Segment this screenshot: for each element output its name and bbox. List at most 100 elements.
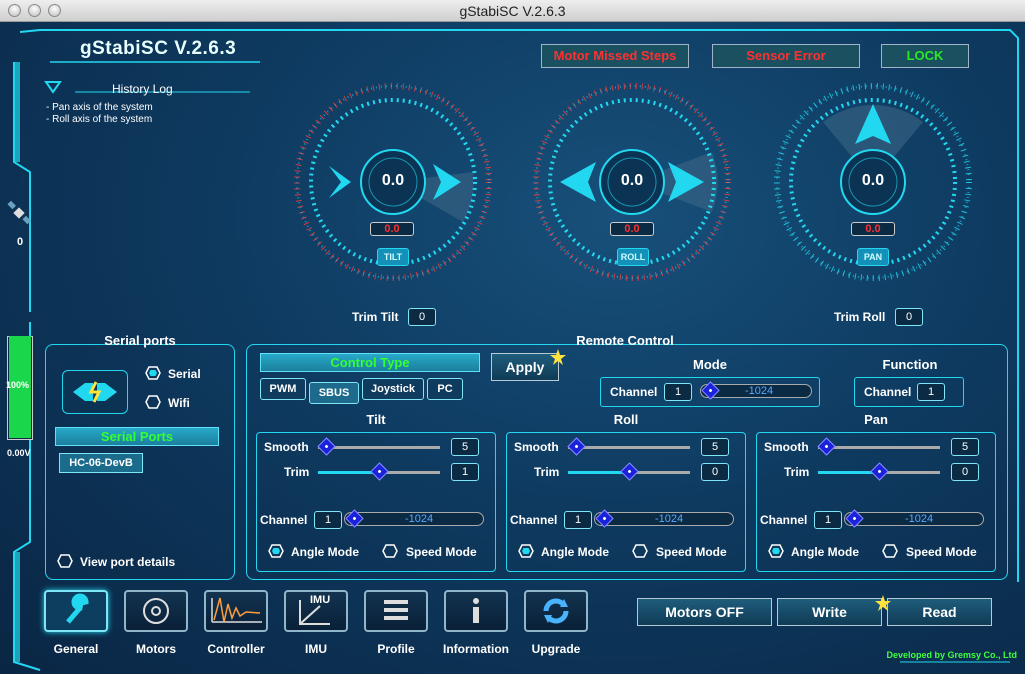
sensor-error-indicator: Sensor Error — [712, 44, 860, 68]
star-icon — [875, 595, 891, 611]
nav-profile-tile[interactable] — [364, 590, 428, 632]
tilt-channel-input[interactable]: 1 — [314, 511, 342, 529]
serial-ports-header: Serial Ports — [55, 427, 219, 446]
roll-speed-mode-radio[interactable] — [632, 544, 648, 558]
history-line: - Roll axis of the system — [46, 114, 153, 125]
nav-motors-label[interactable]: Motors — [116, 642, 196, 656]
mode-channel-label: Channel — [610, 385, 658, 399]
joystick-type-button[interactable]: Joystick — [362, 378, 424, 400]
tilt-speed-mode-radio[interactable] — [382, 544, 398, 558]
pan-smooth-slider[interactable] — [818, 446, 940, 449]
roll-angle-mode-radio[interactable] — [518, 544, 534, 558]
app-main: gStabiSC V.2.6.3 Motor Missed Steps Sens… — [0, 22, 1025, 674]
tilt-smooth-slider[interactable] — [318, 446, 440, 449]
function-title: Function — [882, 357, 938, 372]
serial-port-item[interactable]: HC-06-DevB — [59, 453, 143, 473]
tilt-smooth-input[interactable]: 5 — [451, 438, 479, 456]
pan-axis-title: Pan — [864, 412, 888, 427]
roll-smooth-input[interactable]: 5 — [701, 438, 729, 456]
trim-roll-input[interactable]: 0 — [895, 308, 923, 326]
pan-smooth-label: Smooth — [764, 440, 809, 454]
pan-channel-input[interactable]: 1 — [814, 511, 842, 529]
tilt-trim-input[interactable]: 1 — [451, 463, 479, 481]
tilt-trim-label: Trim — [284, 465, 310, 479]
nav-imu-tile[interactable]: IMU — [284, 590, 348, 632]
nav-upgrade-tile[interactable] — [524, 590, 588, 632]
roll-axis-title: Roll — [613, 412, 639, 427]
pan-smooth-input[interactable]: 5 — [951, 438, 979, 456]
nav-controller-tile[interactable] — [204, 590, 268, 632]
imu-icon-text: IMU — [310, 594, 331, 606]
nav-motors-tile[interactable] — [124, 590, 188, 632]
mode-channel-input[interactable]: 1 — [664, 383, 692, 401]
pan-speed-mode-label: Speed Mode — [906, 545, 977, 559]
pan-badge: PAN — [857, 248, 889, 266]
tilt-axis-title: Tilt — [366, 412, 386, 427]
roll-trim-label: Trim — [534, 465, 560, 479]
sbus-type-button[interactable]: SBUS — [309, 382, 359, 404]
serial-radio-selected[interactable] — [145, 366, 161, 380]
star-icon — [550, 349, 566, 365]
roll-smooth-label: Smooth — [514, 440, 559, 454]
window-titlebar: gStabiSC V.2.6.3 — [0, 0, 1025, 22]
trim-roll-label: Trim Roll — [834, 310, 886, 324]
satellite-count: 0 — [17, 236, 24, 248]
trim-tilt-input[interactable]: 0 — [408, 308, 436, 326]
nav-imu-label[interactable]: IMU — [276, 642, 356, 656]
roll-badge: ROLL — [617, 248, 649, 266]
history-collapse-icon[interactable] — [44, 80, 62, 94]
wifi-radio[interactable] — [145, 395, 161, 409]
pan-speed-mode-radio[interactable] — [882, 544, 898, 558]
pan-angle-value: 0.0 — [861, 172, 885, 189]
pc-type-button[interactable]: PC — [427, 378, 463, 400]
read-button[interactable]: Read — [887, 598, 992, 626]
battery-percent: 100% — [6, 380, 30, 390]
function-channel-label: Channel — [864, 385, 912, 399]
roll-speed-mode-label: Speed Mode — [656, 545, 727, 559]
tilt-speed-mode-label: Speed Mode — [406, 545, 477, 559]
roll-channel-label: Channel — [510, 513, 558, 527]
list-icon — [384, 600, 408, 620]
pan-channel-value: -1024 — [905, 513, 934, 525]
roll-smooth-slider[interactable] — [568, 446, 690, 449]
refresh-icon — [543, 598, 569, 624]
plug-icon — [73, 381, 117, 403]
roll-trim-input[interactable]: 0 — [701, 463, 729, 481]
tilt-channel-bar: -1024 — [344, 512, 484, 526]
roll-channel-bar: -1024 — [594, 512, 734, 526]
function-channel-input[interactable]: 1 — [917, 383, 945, 401]
roll-channel-value: -1024 — [655, 513, 684, 525]
nav-information-label[interactable]: Information — [436, 642, 516, 656]
nav-information-tile[interactable] — [444, 590, 508, 632]
write-button[interactable]: Write — [777, 598, 882, 626]
nav-upgrade-label[interactable]: Upgrade — [516, 642, 596, 656]
pan-trim-label: Trim — [784, 465, 810, 479]
pan-channel-bar: -1024 — [844, 512, 984, 526]
motors-off-button[interactable]: Motors OFF — [637, 598, 772, 626]
tilt-sub-value: 0.0 — [370, 222, 414, 236]
roll-channel-input[interactable]: 1 — [564, 511, 592, 529]
nav-profile-label[interactable]: Profile — [356, 642, 436, 656]
nav-general-tile[interactable] — [44, 590, 108, 632]
lock-indicator: LOCK — [881, 44, 969, 68]
tilt-smooth-label: Smooth — [264, 440, 309, 454]
nav-controller-label[interactable]: Controller — [196, 642, 276, 656]
view-port-details-radio[interactable] — [57, 554, 73, 568]
nav-general-label[interactable]: General — [36, 642, 116, 656]
roll-sub-value: 0.0 — [610, 222, 654, 236]
serial-connect-button[interactable] — [62, 370, 128, 414]
pan-trim-input[interactable]: 0 — [951, 463, 979, 481]
pwm-type-button[interactable]: PWM — [260, 378, 306, 400]
tilt-angle-mode-radio[interactable] — [268, 544, 284, 558]
info-icon — [473, 598, 479, 623]
pan-angle-mode-label: Angle Mode — [791, 545, 859, 559]
tilt-channel-label: Channel — [260, 513, 308, 527]
serial-ports-title: Serial ports — [104, 333, 176, 348]
pan-angle-mode-radio[interactable] — [768, 544, 784, 558]
battery-voltage: 0.00V — [7, 448, 31, 458]
motor-icon — [143, 598, 169, 624]
tilt-angle-value: 0.0 — [381, 172, 405, 189]
waveform-icon — [211, 597, 262, 623]
app-title: gStabiSC V.2.6.3 — [80, 38, 237, 59]
motor-missed-steps-indicator: Motor Missed Steps — [541, 44, 689, 68]
